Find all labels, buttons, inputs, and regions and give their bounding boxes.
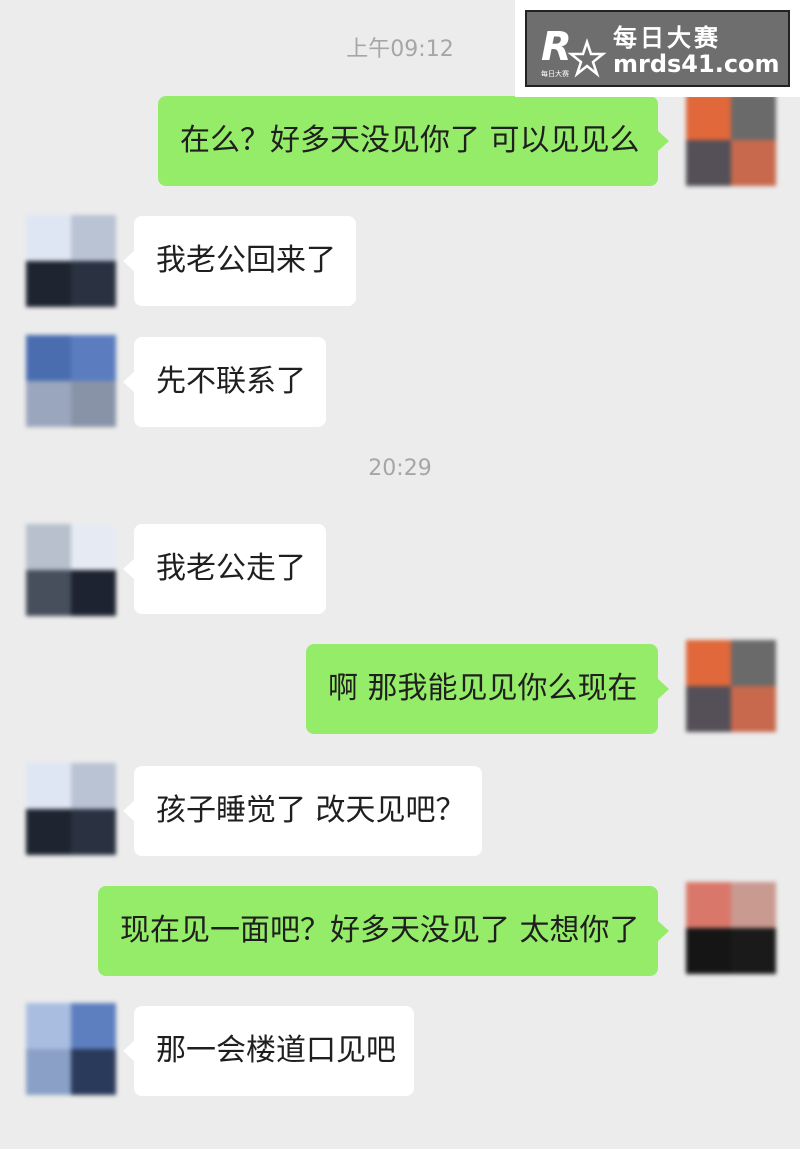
message-bubble-outgoing[interactable]: 现在见一面吧？好多天没见了 太想你了 [98, 886, 669, 976]
watermark-title: 每日大赛 [613, 24, 721, 52]
contact-avatar[interactable] [26, 335, 116, 427]
message-bubble-incoming[interactable]: 孩子睡觉了 改天见吧？ [123, 766, 482, 856]
contact-avatar[interactable] [26, 1003, 116, 1095]
svg-text:每日大赛: 每日大赛 [541, 69, 569, 78]
watermark-domain: mrds41.com [613, 50, 780, 78]
watermark: R 每日大赛 每日大赛 mrds41.com [515, 0, 800, 97]
message-bubble-outgoing[interactable]: 啊 那我能见见你么现在 [306, 644, 669, 734]
message-bubble-incoming[interactable]: 那一会楼道口见吧 [123, 1006, 414, 1096]
contact-avatar[interactable] [26, 524, 116, 616]
message-bubble-incoming[interactable]: 先不联系了 [123, 337, 326, 427]
message-bubble-incoming[interactable]: 我老公走了 [123, 524, 326, 614]
timestamp: 20:29 [368, 456, 432, 481]
watermark-box: R 每日大赛 每日大赛 mrds41.com [525, 10, 790, 87]
contact-avatar[interactable] [26, 215, 116, 307]
logo-icon: R 每日大赛 [541, 24, 607, 78]
message-bubble-outgoing[interactable]: 在么？好多天没见你了 可以见见么 [158, 96, 669, 186]
self-avatar[interactable] [686, 94, 776, 186]
self-avatar[interactable] [686, 882, 776, 974]
message-bubble-incoming[interactable]: 我老公回来了 [123, 216, 356, 306]
svg-text:R: R [541, 24, 572, 70]
contact-avatar[interactable] [26, 763, 116, 855]
chat-window: 上午09:12 在么？好多天没见你了 可以见见么 我老公回来了 先不联系了 20… [0, 0, 800, 1149]
self-avatar[interactable] [686, 640, 776, 732]
